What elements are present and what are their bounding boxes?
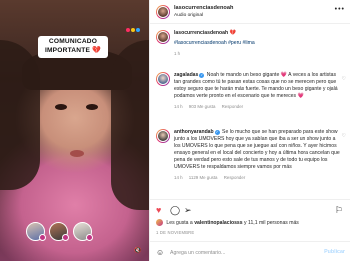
caption-username[interactable]: lasocurrenciasdenoah [174, 30, 228, 36]
caption-time: 1 h [174, 51, 181, 56]
likes-prefix: Les gusta a [166, 220, 193, 226]
reply-button[interactable]: Responder [224, 175, 245, 180]
comment-content: Se lo mucho que se han preparado para es… [174, 129, 340, 170]
comment-likes[interactable]: 1129 Me gusta [189, 175, 218, 180]
commenter-avatar[interactable] [156, 72, 170, 86]
comment-body: anthonyarandab ✓ Se lo mucho que se han p… [174, 129, 340, 181]
video-overlay-caption: COMUNICADO IMPORTANTE 💔 [38, 36, 108, 58]
comment-icon[interactable]: ◯ [170, 205, 180, 215]
comment-text: anthonyarandab ✓ Se lo mucho que se han p… [174, 129, 340, 171]
share-icon[interactable]: ➢ [184, 205, 192, 215]
comment-composer: ☺ Publicar [150, 241, 350, 261]
video-frame-detail [111, 40, 149, 210]
like-comment-icon[interactable]: ♡ [342, 76, 346, 82]
video-frame-detail [86, 104, 98, 110]
post-header: lasocurrenciasdenoah Audio original ••• [150, 0, 350, 24]
post-date: 1 DE NOVIEMBRE [156, 230, 195, 235]
caption-meta: 1 h [174, 50, 340, 57]
effect-dot [126, 28, 130, 32]
comment-text: zagaladas ✓ Noah te mando un beso gigante… [174, 72, 340, 100]
likes-suffix[interactable]: y 11,1 mil personas más [244, 220, 299, 226]
reply-button[interactable]: Responder [222, 104, 243, 109]
comment-likes[interactable]: 903 Me gusta [189, 104, 216, 109]
emoji-icon[interactable]: ☺ [156, 248, 164, 257]
post-details-panel: lasocurrenciasdenoah Audio original ••• … [149, 0, 350, 261]
guest-badge-icon [62, 234, 69, 241]
comment-body: zagaladas ✓ Noah te mando un beso gigante… [174, 72, 340, 110]
broken-heart-icon: 💔 [229, 30, 236, 36]
verified-badge-icon: ✓ [214, 130, 220, 135]
comment-time: 14 h [174, 175, 183, 180]
caption-body: lasocurrenciasdenoah 💔 #lasocurrenciasde… [174, 30, 340, 57]
commenter-username[interactable]: anthonyarandab [174, 129, 214, 135]
bookmark-icon[interactable]: ⚐ [335, 205, 343, 215]
author-avatar[interactable] [156, 30, 170, 44]
overlay-line-2: IMPORTANTE 💔 [44, 46, 102, 54]
broken-heart-icon: 💔 [92, 46, 102, 54]
guest-badge-icon [86, 234, 93, 241]
mute-icon[interactable]: 🔇 [134, 247, 141, 254]
post-actions: ♥ ◯ ➢ ⚐ Les gusta a valentinopalaciosss … [150, 199, 350, 261]
reel-video[interactable]: COMUNICADO IMPORTANTE 💔 🔇 [0, 0, 149, 261]
commenter-username[interactable]: zagaladas [174, 72, 198, 78]
video-frame-detail [0, 40, 40, 190]
overlay-line-1: COMUNICADO [48, 38, 98, 45]
liker-username[interactable]: valentinopalaciosss [194, 220, 242, 226]
author-username[interactable]: lasocurrenciasdenoah [174, 5, 233, 11]
comment-meta: 14 h 1129 Me gusta Responder [174, 174, 340, 181]
publish-button[interactable]: Publicar [324, 249, 345, 255]
liker-avatar[interactable] [156, 219, 163, 226]
caption-hashtags[interactable]: #lasocurrenciasdenoah #peru #lima [174, 40, 340, 47]
comment-time: 14 h [174, 104, 183, 109]
caption-text: lasocurrenciasdenoah 💔 [174, 30, 340, 37]
effect-dot [131, 28, 135, 32]
likes-summary: Les gusta a valentinopalaciosss y 11,1 m… [156, 219, 299, 226]
verified-badge-icon: ✓ [199, 73, 205, 78]
video-frame-detail [55, 104, 67, 110]
commenter-avatar[interactable] [156, 129, 170, 143]
video-frame-detail [70, 150, 84, 157]
more-options-icon[interactable]: ••• [335, 6, 345, 13]
comment-meta: 14 h 903 Me gusta Responder [174, 103, 340, 110]
like-heart-icon[interactable]: ♥ [156, 205, 161, 215]
like-comment-icon[interactable]: ♡ [342, 133, 346, 139]
comments-list[interactable]: lasocurrenciasdenoah 💔 #lasocurrenciasde… [150, 24, 350, 199]
comment-input[interactable] [170, 248, 310, 257]
audio-link[interactable]: Audio original [174, 13, 203, 18]
guest-badge-icon [39, 234, 46, 241]
author-avatar[interactable] [156, 5, 170, 19]
effect-dot [136, 28, 140, 32]
